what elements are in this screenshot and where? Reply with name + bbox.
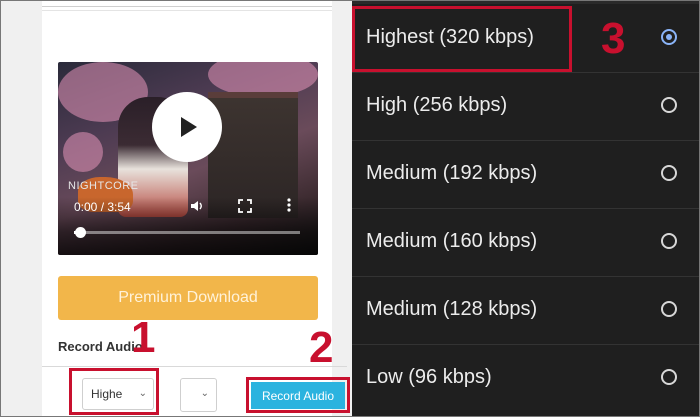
image-border bbox=[0, 0, 700, 417]
